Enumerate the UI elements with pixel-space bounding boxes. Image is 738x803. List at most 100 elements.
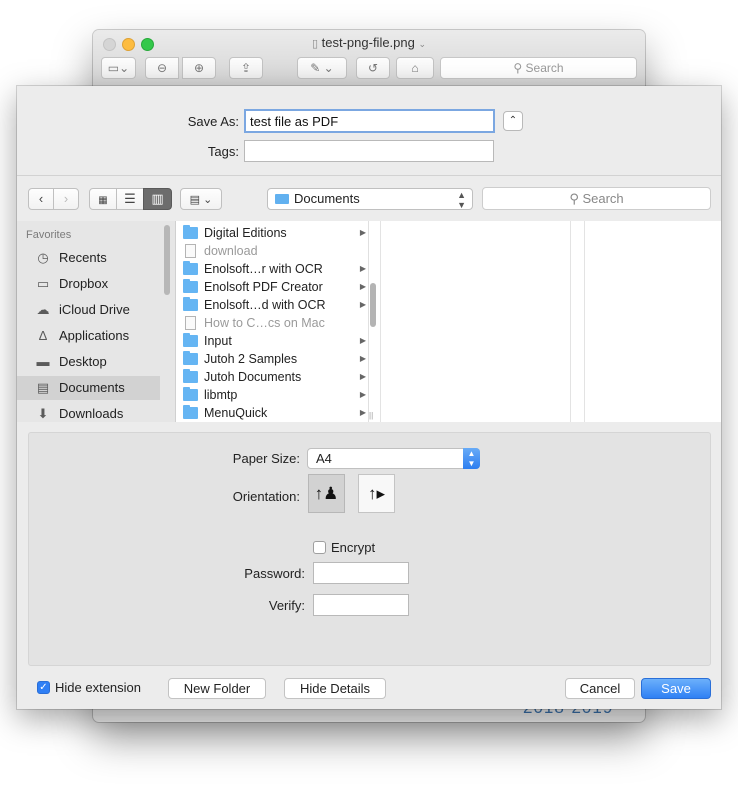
disclosure-arrow-icon: ▶ [359, 336, 366, 345]
hide-extension-checkbox[interactable]: ✓ [37, 681, 50, 694]
document-icon [185, 316, 196, 330]
chevron-down-icon[interactable]: ⌄ [419, 39, 427, 49]
document-icon: ▯ [311, 38, 319, 50]
save-button[interactable]: Save [641, 678, 711, 699]
sidebar-item-label: Downloads [59, 406, 124, 421]
hide-details-button[interactable]: Hide Details [284, 678, 386, 699]
file-list-item[interactable]: libmtp ▶ [176, 386, 368, 404]
grid-icon: ▦ [98, 195, 108, 206]
new-folder-button[interactable]: New Folder [168, 678, 266, 699]
sidebar-item-applications[interactable]: ∆ Applications [17, 324, 160, 348]
landscape-icon: ↑▸ [367, 484, 386, 503]
zoom-in-button[interactable]: ⊕ [182, 57, 216, 79]
column-view-button[interactable]: ▥ [143, 188, 172, 210]
encrypt-checkbox[interactable] [313, 541, 326, 554]
sidebar-icon: ▭⌄ [107, 61, 130, 75]
folder-icon [183, 279, 198, 293]
share-icon: ⇪ [240, 61, 252, 75]
sidebar-item-label: iCloud Drive [59, 302, 130, 317]
tags-label: Tags: [207, 144, 239, 159]
preview-search-field[interactable]: ⚲ Search [440, 57, 637, 79]
sidebar-item-recents[interactable]: ◷ Recents [17, 246, 160, 270]
disclosure-arrow-icon: ▶ [359, 372, 366, 381]
file-list-item[interactable]: Input ▶ [176, 332, 368, 350]
toolbox-button[interactable]: ⌂ [396, 57, 434, 79]
sidebar-item-documents[interactable]: ▤ Documents [17, 376, 160, 400]
sidebar-item-downloads[interactable]: ⬇ Downloads [17, 402, 160, 422]
search-input[interactable]: ⚲ Search [482, 187, 711, 210]
column-scrollbar[interactable] [370, 283, 376, 327]
folder-icon [183, 405, 198, 419]
updown-arrows-icon: ▲ ▼ [457, 190, 466, 210]
window-title: ▯ test-png-file.png ⌄ [93, 35, 645, 50]
file-name: MenuQuick [204, 406, 268, 420]
tags-input[interactable] [244, 140, 494, 162]
sidebar-item-label: Dropbox [59, 276, 109, 291]
save-sheet: Save As: test file as PDF ⌃ Tags: ‹ › ▦ … [17, 86, 721, 709]
file-list-item[interactable]: Enolsoft…r with OCR ▶ [176, 260, 368, 278]
file-list-item[interactable]: MenuQuick ▶ [176, 404, 368, 422]
back-button[interactable]: ‹ [28, 188, 54, 210]
chevron-left-icon: ‹ [38, 191, 44, 206]
file-name: Jutoh 2 Samples [204, 352, 298, 366]
rotate-button[interactable]: ↺ [356, 57, 390, 79]
password-input[interactable] [313, 562, 409, 584]
file-name: Enolsoft…r with OCR [204, 262, 323, 276]
folder-icon [183, 369, 198, 383]
chevron-up-icon: ⌃ [508, 115, 518, 126]
landscape-orientation-button[interactable]: ↑▸ [358, 474, 395, 513]
group-icon: ▤ ⌄ [189, 194, 213, 206]
search-icon: ⚲ [513, 61, 523, 75]
preview-search-placeholder: Search [525, 61, 564, 75]
desktop-icon: ▬ [36, 354, 50, 369]
file-list-item[interactable]: Enolsoft PDF Creator ▶ [176, 278, 368, 296]
sidebar-item-icloud-drive[interactable]: ☁ iCloud Drive [17, 298, 160, 322]
paper-size-popup[interactable]: A4 ▲ ▼ [307, 448, 480, 469]
file-list-item[interactable]: How to C…cs on Mac [176, 314, 368, 332]
group-button[interactable]: ▤ ⌄ [180, 188, 222, 210]
clock-icon: ◷ [37, 250, 49, 265]
verify-input[interactable] [313, 594, 409, 616]
forward-button[interactable]: › [53, 188, 79, 210]
save-as-input[interactable]: test file as PDF [244, 109, 495, 133]
file-name: Enolsoft…d with OCR [204, 298, 326, 312]
markup-button[interactable]: ✎ ⌄ [297, 57, 347, 79]
portrait-orientation-button[interactable]: ↑♟ [308, 474, 345, 513]
search-placeholder: Search [582, 191, 624, 206]
file-list-item[interactable]: Digital Editions ▶ [176, 224, 368, 242]
folder-icon [183, 261, 198, 275]
disclosure-arrow-icon: ▶ [359, 354, 366, 363]
window-title-text: test-png-file.png [321, 35, 415, 50]
document-icon [185, 244, 196, 258]
column-divider [380, 221, 381, 422]
columns-icon: ▥ [151, 191, 164, 206]
sidebar-item-dropbox[interactable]: ▭ Dropbox [17, 272, 160, 296]
toolbox-icon: ⌂ [411, 61, 419, 75]
file-list-item[interactable]: Jutoh 2 Samples ▶ [176, 350, 368, 368]
column-divider [584, 221, 585, 422]
rotate-icon: ↺ [367, 61, 379, 75]
file-name: Jutoh Documents [204, 370, 302, 384]
file-list-item[interactable]: Enolsoft…d with OCR ▶ [176, 296, 368, 314]
password-label: Password: [244, 566, 305, 581]
sidebar: Favorites ◷ Recents ▭ Dropbox ☁ iCloud Drive ∆… [17, 221, 176, 422]
sidebar-item-desktop[interactable]: ▬ Desktop [17, 350, 160, 374]
disclosure-arrow-icon: ▶ [359, 390, 366, 399]
file-name: Enolsoft PDF Creator [204, 280, 323, 294]
column-resize-handle[interactable]: || [369, 411, 373, 420]
icon-view-button[interactable]: ▦ [89, 188, 117, 210]
sidebar-toggle-button[interactable]: ▭⌄ [101, 57, 136, 79]
list-view-button[interactable]: ☰ [116, 188, 144, 210]
location-popup[interactable]: Documents ▲ ▼ [267, 188, 473, 210]
folder-icon [275, 194, 289, 204]
expand-dialog-button[interactable]: ⌃ [503, 111, 523, 131]
file-list-item[interactable]: download [176, 242, 368, 260]
hide-extension-label: Hide extension [55, 680, 141, 695]
file-name: download [204, 244, 258, 258]
disclosure-arrow-icon: ▶ [359, 282, 366, 291]
cancel-button[interactable]: Cancel [565, 678, 635, 699]
zoom-out-button[interactable]: ⊖ [145, 57, 179, 79]
file-list-item[interactable]: Jutoh Documents ▶ [176, 368, 368, 386]
share-button[interactable]: ⇪ [229, 57, 263, 79]
sidebar-scrollbar[interactable] [164, 225, 170, 295]
